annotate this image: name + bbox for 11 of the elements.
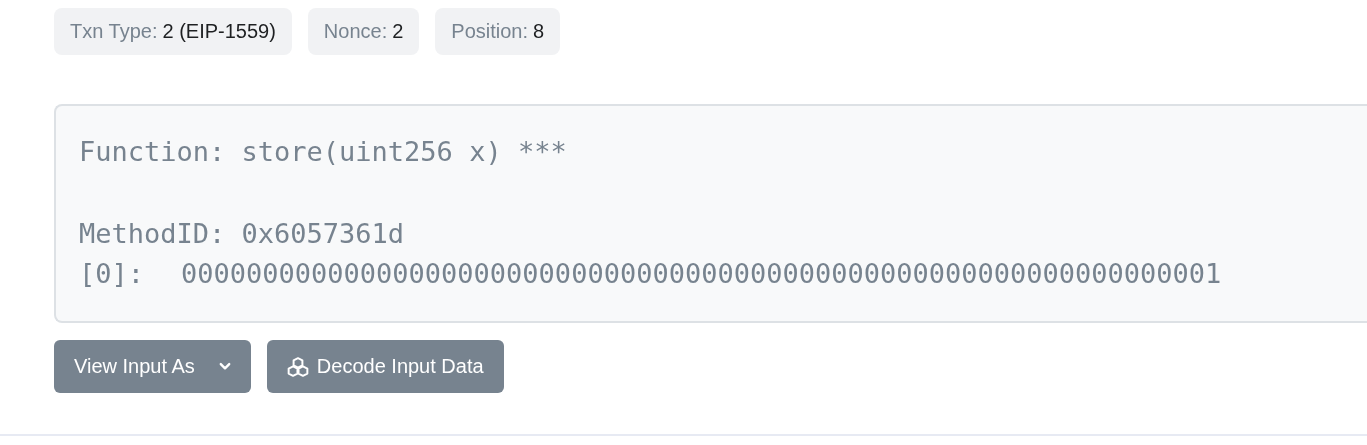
param-value: 0000000000000000000000000000000000000000000000000000000000000001 — [181, 257, 1222, 291]
method-id: MethodID: 0x6057361d — [79, 217, 406, 251]
function-signature: Function: store(uint256 x) *** — [79, 135, 568, 169]
info-badge: Nonce: 2 — [307, 8, 420, 55]
decode-button[interactable]: Decode Input Data — [266, 340, 504, 393]
caret-icon — [218, 362, 231, 371]
param-index: [0]: — [79, 257, 146, 291]
info-badge: Position: 8 — [435, 8, 561, 55]
cubes-icon — [286, 356, 309, 377]
info-badge: Txn Type: 2 (EIP-1559) — [54, 8, 292, 55]
view-input-dropdown[interactable]: View Input As — [54, 340, 251, 393]
